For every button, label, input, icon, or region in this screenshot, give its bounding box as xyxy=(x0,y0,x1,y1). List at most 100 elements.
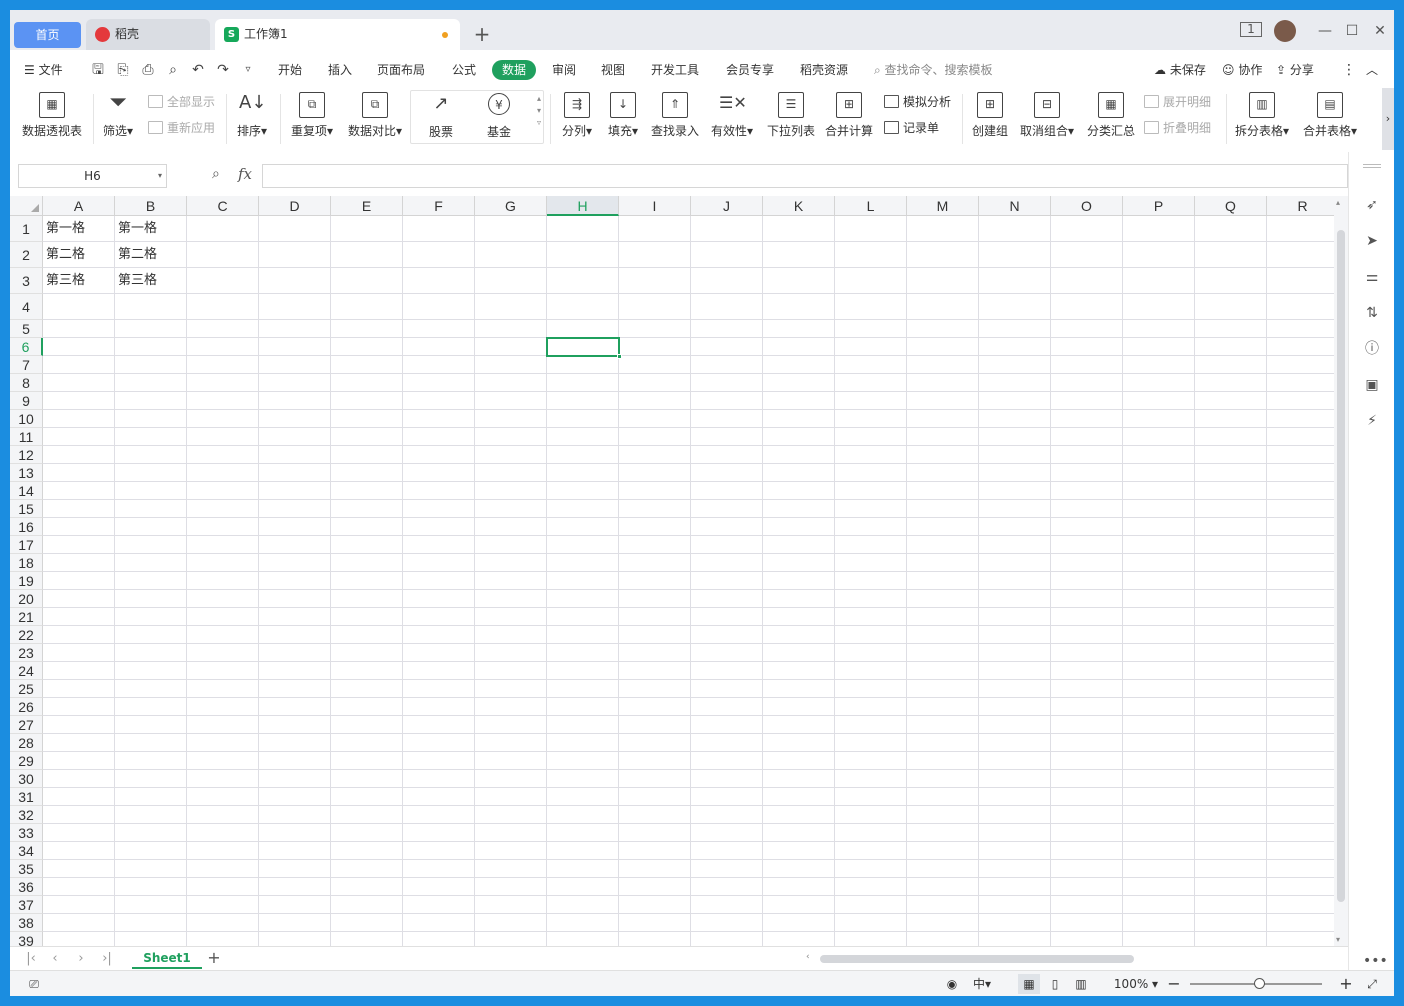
menu-page-layout[interactable]: 页面布局 xyxy=(377,60,425,80)
cell-K12[interactable] xyxy=(763,446,835,464)
cell-C24[interactable] xyxy=(187,662,259,680)
cell-J37[interactable] xyxy=(691,896,763,914)
cell-H12[interactable] xyxy=(547,446,619,464)
cell-R6[interactable] xyxy=(1267,338,1334,356)
cell-M1[interactable] xyxy=(907,216,979,242)
cell-M7[interactable] xyxy=(907,356,979,374)
sheet-tab-sheet1[interactable]: Sheet1 xyxy=(132,947,202,969)
cell-I15[interactable] xyxy=(619,500,691,518)
cell-P12[interactable] xyxy=(1123,446,1195,464)
cell-D5[interactable] xyxy=(259,320,331,338)
cell-I5[interactable] xyxy=(619,320,691,338)
collaborate-button[interactable]: ☺ 协作 xyxy=(1222,60,1262,80)
formula-input[interactable] xyxy=(262,164,1348,188)
cell-A33[interactable] xyxy=(43,824,115,842)
zoom-level-dropdown[interactable]: 100% ▾ xyxy=(1108,974,1164,994)
sliders-icon[interactable]: ⚌ xyxy=(1363,268,1381,286)
cell-B2[interactable]: 第二格 xyxy=(115,242,187,268)
cell-D4[interactable] xyxy=(259,294,331,320)
cell-G27[interactable] xyxy=(475,716,547,734)
cell-R20[interactable] xyxy=(1267,590,1334,608)
cell-C35[interactable] xyxy=(187,860,259,878)
menu-docer-resources[interactable]: 稻壳资源 xyxy=(800,60,848,80)
cell-M16[interactable] xyxy=(907,518,979,536)
row-header-4[interactable]: 4 xyxy=(10,294,43,320)
cell-D38[interactable] xyxy=(259,914,331,932)
cell-D28[interactable] xyxy=(259,734,331,752)
cell-H30[interactable] xyxy=(547,770,619,788)
cell-B11[interactable] xyxy=(115,428,187,446)
cell-P21[interactable] xyxy=(1123,608,1195,626)
cell-O19[interactable] xyxy=(1051,572,1123,590)
fill-handle[interactable] xyxy=(617,354,622,359)
cell-F37[interactable] xyxy=(403,896,475,914)
cell-J31[interactable] xyxy=(691,788,763,806)
cell-B28[interactable] xyxy=(115,734,187,752)
cell-L8[interactable] xyxy=(835,374,907,392)
cell-M21[interactable] xyxy=(907,608,979,626)
menu-member[interactable]: 会员专享 xyxy=(726,60,774,80)
cell-H13[interactable] xyxy=(547,464,619,482)
cell-G22[interactable] xyxy=(475,626,547,644)
cell-G3[interactable] xyxy=(475,268,547,294)
cell-M29[interactable] xyxy=(907,752,979,770)
cell-I1[interactable] xyxy=(619,216,691,242)
data-compare-button[interactable]: ⧉ 数据对比▾ xyxy=(344,86,406,152)
cell-F4[interactable] xyxy=(403,294,475,320)
cell-F29[interactable] xyxy=(403,752,475,770)
cell-K20[interactable] xyxy=(763,590,835,608)
row-header-31[interactable]: 31 xyxy=(10,788,43,806)
scroll-down-icon[interactable]: ▾ xyxy=(1336,935,1340,944)
cell-F2[interactable] xyxy=(403,242,475,268)
cell-B30[interactable] xyxy=(115,770,187,788)
cell-F18[interactable] xyxy=(403,554,475,572)
cell-R13[interactable] xyxy=(1267,464,1334,482)
cell-A12[interactable] xyxy=(43,446,115,464)
cell-E27[interactable] xyxy=(331,716,403,734)
cell-F16[interactable] xyxy=(403,518,475,536)
cell-E15[interactable] xyxy=(331,500,403,518)
cell-C34[interactable] xyxy=(187,842,259,860)
cell-M2[interactable] xyxy=(907,242,979,268)
cell-L31[interactable] xyxy=(835,788,907,806)
cell-E37[interactable] xyxy=(331,896,403,914)
export-pdf-icon[interactable]: ⎘ xyxy=(113,60,133,80)
cell-G24[interactable] xyxy=(475,662,547,680)
cell-F26[interactable] xyxy=(403,698,475,716)
cell-H2[interactable] xyxy=(547,242,619,268)
cell-J10[interactable] xyxy=(691,410,763,428)
cell-Q22[interactable] xyxy=(1195,626,1267,644)
cell-H9[interactable] xyxy=(547,392,619,410)
cell-E13[interactable] xyxy=(331,464,403,482)
cell-N37[interactable] xyxy=(979,896,1051,914)
cell-R2[interactable] xyxy=(1267,242,1334,268)
cell-R23[interactable] xyxy=(1267,644,1334,662)
cell-R8[interactable] xyxy=(1267,374,1334,392)
cell-L12[interactable] xyxy=(835,446,907,464)
cell-H34[interactable] xyxy=(547,842,619,860)
column-header-Q[interactable]: Q xyxy=(1195,196,1267,216)
cell-G25[interactable] xyxy=(475,680,547,698)
cell-F15[interactable] xyxy=(403,500,475,518)
column-header-M[interactable]: M xyxy=(907,196,979,216)
cell-N22[interactable] xyxy=(979,626,1051,644)
cell-B4[interactable] xyxy=(115,294,187,320)
cell-H39[interactable] xyxy=(547,932,619,946)
cell-O3[interactable] xyxy=(1051,268,1123,294)
cell-E22[interactable] xyxy=(331,626,403,644)
cell-K38[interactable] xyxy=(763,914,835,932)
cell-E6[interactable] xyxy=(331,338,403,356)
cell-E3[interactable] xyxy=(331,268,403,294)
cell-P14[interactable] xyxy=(1123,482,1195,500)
cell-N14[interactable] xyxy=(979,482,1051,500)
cell-G15[interactable] xyxy=(475,500,547,518)
new-tab-button[interactable]: + xyxy=(471,20,493,48)
cell-B21[interactable] xyxy=(115,608,187,626)
cell-H27[interactable] xyxy=(547,716,619,734)
column-header-K[interactable]: K xyxy=(763,196,835,216)
cell-B32[interactable] xyxy=(115,806,187,824)
maximize-button[interactable]: ☐ xyxy=(1339,20,1365,42)
cell-K4[interactable] xyxy=(763,294,835,320)
cell-B33[interactable] xyxy=(115,824,187,842)
cell-H19[interactable] xyxy=(547,572,619,590)
